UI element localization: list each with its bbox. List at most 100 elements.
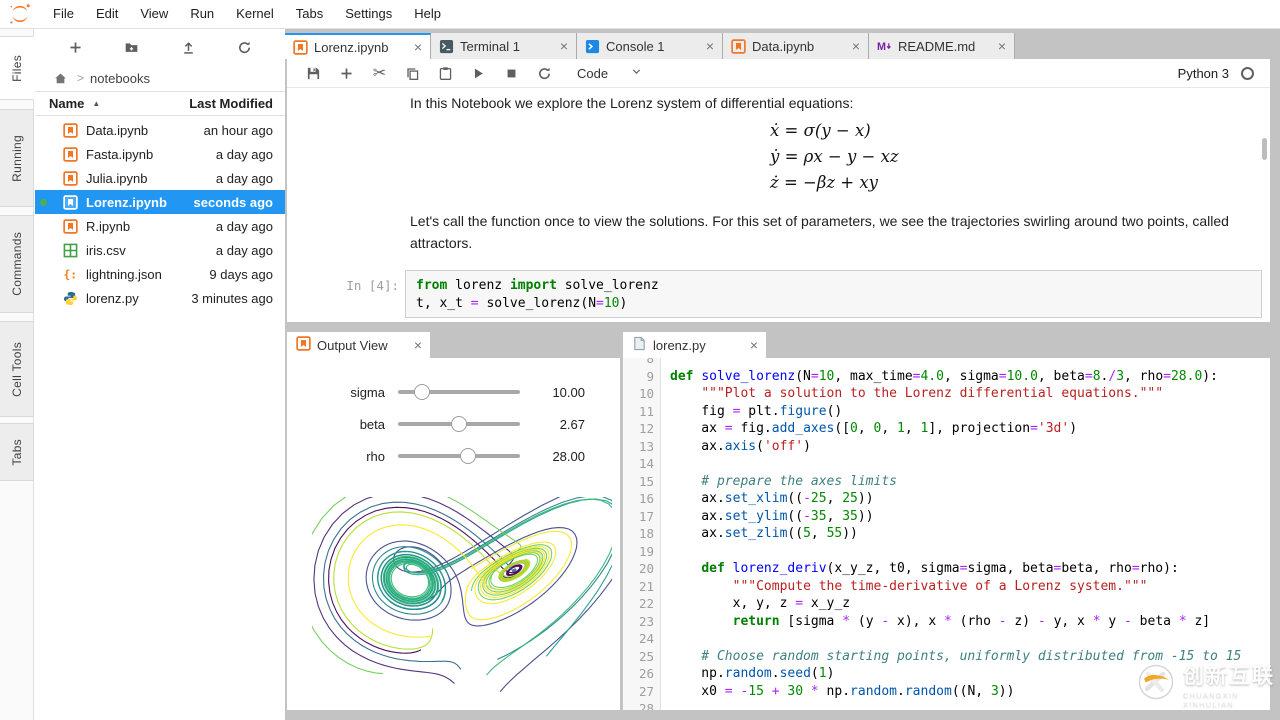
menu-run[interactable]: Run <box>179 6 225 21</box>
close-icon[interactable]: × <box>704 39 716 53</box>
sidebar-tab-label: Running <box>9 134 24 182</box>
sidebar-tab-cell-tools[interactable]: Cell Tools <box>0 321 34 417</box>
code-line: ax.axis('off') <box>670 438 811 454</box>
equation-line: ẋ = σ(y − x) <box>770 121 871 140</box>
close-icon[interactable]: × <box>412 40 424 54</box>
slider-track[interactable] <box>398 383 520 400</box>
left-sidebar: Files Running Commands Cell Tools Tabs <box>0 29 34 720</box>
file-row-iris.csv[interactable]: iris.csv a day ago <box>35 238 285 262</box>
file-row-julia.ipynb[interactable]: Julia.ipynb a day ago <box>35 166 285 190</box>
file-modified: a day ago <box>215 218 273 234</box>
code-editor[interactable]: 8 9 def solve_lorenz(N=10, max_time=4.0, s… <box>623 358 1270 710</box>
close-icon[interactable]: × <box>748 338 760 352</box>
slider-thumb[interactable] <box>451 415 467 432</box>
file-row-fasta.ipynb[interactable]: Fasta.ipynb a day ago <box>35 142 285 166</box>
file-name: iris.csv <box>86 242 126 258</box>
file-row-r.ipynb[interactable]: R.ipynb a day ago <box>35 214 285 238</box>
line-number: 21 <box>638 578 654 594</box>
file-modified: 9 days ago <box>209 266 273 282</box>
code-line: from lorenz import solve_lorenz <box>416 278 659 293</box>
menu-file[interactable]: File <box>42 6 85 21</box>
file-modified: a day ago <box>215 242 273 258</box>
slider-thumb[interactable] <box>459 447 476 464</box>
json-file-icon: {:} <box>63 266 79 282</box>
slider-track[interactable] <box>398 447 520 464</box>
cell-type-dropdown[interactable]: Code <box>577 65 643 81</box>
console-icon <box>585 39 600 54</box>
line-number: 19 <box>638 543 654 559</box>
menu-tabs[interactable]: Tabs <box>285 6 334 21</box>
slider-thumb[interactable] <box>414 383 431 400</box>
tab-terminal-1[interactable]: Terminal 1 × <box>431 33 577 59</box>
line-number: 23 <box>638 613 654 629</box>
breadcrumb-path[interactable]: notebooks <box>90 71 150 86</box>
cut-button[interactable]: ✂ <box>363 63 396 83</box>
file-name: lorenz.py <box>86 290 139 306</box>
editor-line: 19 <box>623 544 1270 561</box>
save-button[interactable] <box>297 63 330 83</box>
terminal-icon <box>439 39 454 54</box>
file-row-data.ipynb[interactable]: Data.ipynb an hour ago <box>35 118 285 142</box>
menu-help[interactable]: Help <box>403 6 452 21</box>
column-name[interactable]: Name <box>49 96 84 111</box>
svg-text:M: M <box>877 40 886 52</box>
editor-line: 8 <box>623 358 1270 368</box>
refresh-button[interactable] <box>528 63 561 83</box>
file-row-lightning.json[interactable]: {:} lightning.json 9 days ago <box>35 262 285 286</box>
column-last-modified[interactable]: Last Modified <box>189 96 285 111</box>
sidebar-tab-label: Tabs <box>9 438 24 466</box>
file-modified: an hour ago <box>203 122 273 138</box>
sidebar-tab-tabs[interactable]: Tabs <box>0 423 34 481</box>
menu-edit[interactable]: Edit <box>85 6 129 21</box>
editor-line: 9 def solve_lorenz(N=10, max_time=4.0, si… <box>623 369 1270 386</box>
sidebar-tab-label: Cell Tools <box>9 341 24 397</box>
notebook-toolbar: ✂ Code Python 3 <box>287 59 1270 88</box>
refresh-icon[interactable] <box>234 36 256 58</box>
code-cell-input[interactable]: from lorenz import solve_lorenz t, x_t = … <box>405 270 1262 318</box>
file-icon <box>632 336 647 354</box>
line-number: 12 <box>638 421 654 436</box>
menu-kernel[interactable]: Kernel <box>225 6 285 21</box>
sort-ascending-icon[interactable]: ▲ <box>92 99 100 108</box>
paste-button[interactable] <box>429 63 462 83</box>
upload-icon[interactable] <box>177 36 199 58</box>
home-icon[interactable] <box>49 67 71 89</box>
code-line: def lorenz_deriv(x_y_z, t0, sigma=sigma,… <box>701 561 1179 576</box>
sidebar-tab-files[interactable]: Files <box>0 36 34 100</box>
tab-readme-md[interactable]: M README.md × <box>869 33 1015 59</box>
sidebar-tab-running[interactable]: Running <box>0 109 34 207</box>
code-line: np.random.seed(1) <box>670 666 835 681</box>
close-icon[interactable]: × <box>412 338 424 352</box>
close-icon[interactable]: × <box>850 39 862 53</box>
new-folder-icon[interactable] <box>121 36 143 58</box>
tab-label: Data.ipynb <box>752 38 815 54</box>
new-launcher-icon[interactable] <box>64 36 86 58</box>
editor-line: 13 ax.axis('off') <box>623 439 1270 456</box>
close-icon[interactable]: × <box>996 39 1008 53</box>
insert-button[interactable] <box>330 63 363 83</box>
menu-settings[interactable]: Settings <box>334 6 403 21</box>
tab-console-1[interactable]: Console 1 × <box>577 33 723 59</box>
copy-button[interactable] <box>396 63 429 83</box>
notebook-file-icon <box>63 194 79 210</box>
slider-value: 28.00 <box>552 448 585 464</box>
tab-lorenz-py[interactable]: lorenz.py × <box>623 332 766 358</box>
file-modified: a day ago <box>215 170 273 186</box>
notebook-scrollbar[interactable] <box>1262 138 1267 160</box>
file-row-lorenz.py[interactable]: lorenz.py 3 minutes ago <box>35 286 285 310</box>
close-icon[interactable]: × <box>558 39 570 53</box>
tab-data-ipynb[interactable]: Data.ipynb × <box>723 33 869 59</box>
tab-lorenz-ipynb[interactable]: Lorenz.ipynb × <box>285 33 431 59</box>
sidebar-tab-commands[interactable]: Commands <box>0 215 34 313</box>
run-button[interactable] <box>462 63 495 83</box>
line-number: 24 <box>638 631 654 646</box>
menu-view[interactable]: View <box>129 6 179 21</box>
tab-output-view[interactable]: Output View × <box>287 332 430 358</box>
slider-track[interactable] <box>398 415 520 432</box>
line-number: 26 <box>638 666 654 681</box>
stop-button[interactable] <box>495 63 528 83</box>
notebook-document[interactable]: In this Notebook we explore the Lorenz s… <box>287 88 1270 322</box>
code-line: ax.set_zlim((5, 55)) <box>670 526 858 541</box>
watermark-subtitle: CHUANGXIN XINHULIAN <box>1183 691 1239 709</box>
file-row-lorenz.ipynb[interactable]: Lorenz.ipynb seconds ago <box>35 190 285 214</box>
